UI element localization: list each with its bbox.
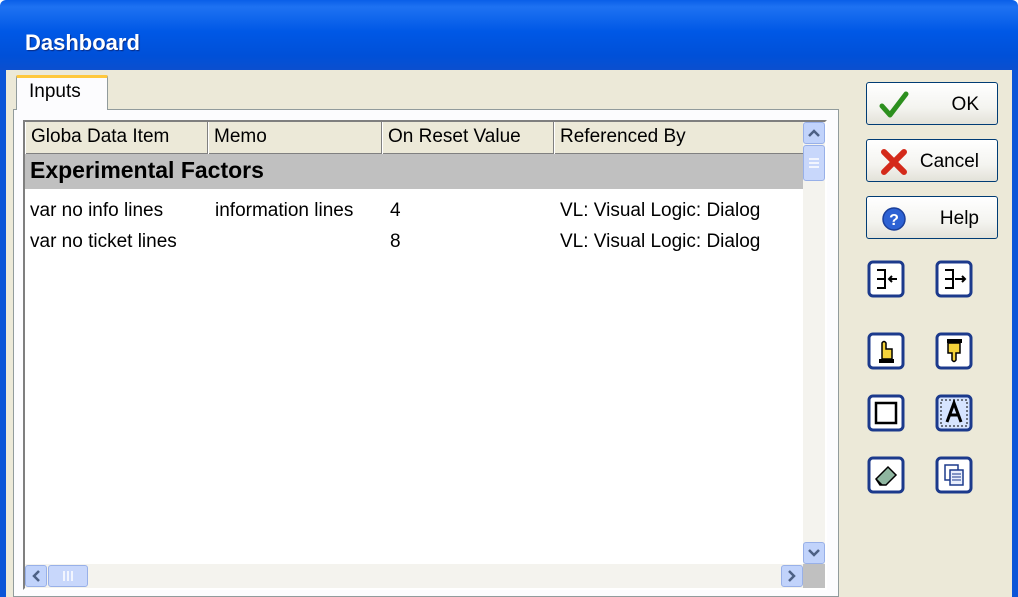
help-button-label: Help (939, 208, 979, 229)
chevron-down-icon (808, 549, 820, 557)
cell-referenced-by: VL: Visual Logic: Dialog (560, 200, 761, 221)
copy-icon (935, 456, 973, 494)
tab-inputs[interactable]: Inputs (16, 75, 108, 110)
column-header-item[interactable]: Globa Data Item (25, 122, 208, 154)
help-button[interactable]: ? Help (866, 196, 998, 239)
cell-memo: information lines (215, 200, 354, 221)
tab-inputs-label: Inputs (29, 81, 81, 102)
import-data-button[interactable] (866, 259, 906, 299)
cell-item: var no info lines (30, 200, 164, 221)
cancel-button[interactable]: Cancel (866, 139, 998, 182)
chevron-right-icon (788, 570, 796, 582)
dashboard-window: Dashboard Inputs Globa Data Item Memo On… (0, 0, 1018, 597)
data-grid[interactable]: Globa Data Item Memo On Reset Value Refe… (23, 120, 827, 590)
column-header-memo[interactable]: Memo (208, 122, 382, 154)
hand-down-button[interactable] (934, 331, 974, 371)
chevron-up-icon (808, 129, 820, 137)
vertical-scrollbar[interactable] (803, 122, 825, 564)
cell-referenced-by: VL: Visual Logic: Dialog (560, 231, 761, 252)
cell-reset-value: 4 (390, 200, 401, 221)
scroll-down-button[interactable] (803, 542, 825, 564)
scroll-left-button[interactable] (25, 565, 47, 587)
horizontal-scrollbar[interactable] (25, 564, 803, 588)
chevron-left-icon (32, 570, 40, 582)
help-icon: ? (882, 207, 906, 231)
scrollbar-corner (803, 564, 825, 588)
grid-header: Globa Data Item Memo On Reset Value Refe… (25, 122, 803, 154)
ok-button-label: OK (951, 94, 979, 115)
cell-item: var no ticket lines (30, 231, 177, 252)
hand-up-button[interactable] (866, 331, 906, 371)
group-label: Experimental Factors (30, 157, 264, 183)
frame-icon (867, 394, 905, 432)
grip-icon (804, 146, 824, 180)
close-icon (881, 149, 907, 175)
column-header-reset-value[interactable]: On Reset Value (382, 122, 554, 154)
window-frame-right (1012, 70, 1018, 597)
export-data-icon (935, 260, 973, 298)
export-data-button[interactable] (934, 259, 974, 299)
ok-button[interactable]: OK (866, 82, 998, 125)
scroll-right-button[interactable] (781, 565, 803, 587)
copy-button[interactable] (934, 455, 974, 495)
cancel-button-label: Cancel (919, 151, 979, 172)
horizontal-scroll-thumb[interactable] (48, 565, 88, 587)
checkmark-icon (879, 91, 909, 118)
cell-reset-value: 8 (390, 231, 401, 252)
eraser-button[interactable] (866, 455, 906, 495)
import-data-icon (867, 260, 905, 298)
group-row[interactable]: Experimental Factors (25, 154, 803, 189)
table-row[interactable]: var no info lines information lines 4 VL… (25, 196, 803, 227)
vertical-scroll-thumb[interactable] (803, 145, 825, 181)
table-row[interactable]: var no ticket lines 8 VL: Visual Logic: … (25, 227, 803, 258)
eraser-icon (867, 456, 905, 494)
svg-text:?: ? (889, 212, 899, 229)
grip-icon (49, 566, 87, 586)
window-title: Dashboard (25, 30, 140, 55)
hand-down-icon (935, 332, 973, 370)
column-header-referenced-by[interactable]: Referenced By (554, 122, 803, 154)
scroll-up-button[interactable] (803, 122, 825, 144)
title-bar[interactable]: Dashboard (0, 0, 1018, 70)
frame-button[interactable] (866, 393, 906, 433)
text-button[interactable] (934, 393, 974, 433)
text-icon (935, 394, 973, 432)
hand-up-icon (867, 332, 905, 370)
